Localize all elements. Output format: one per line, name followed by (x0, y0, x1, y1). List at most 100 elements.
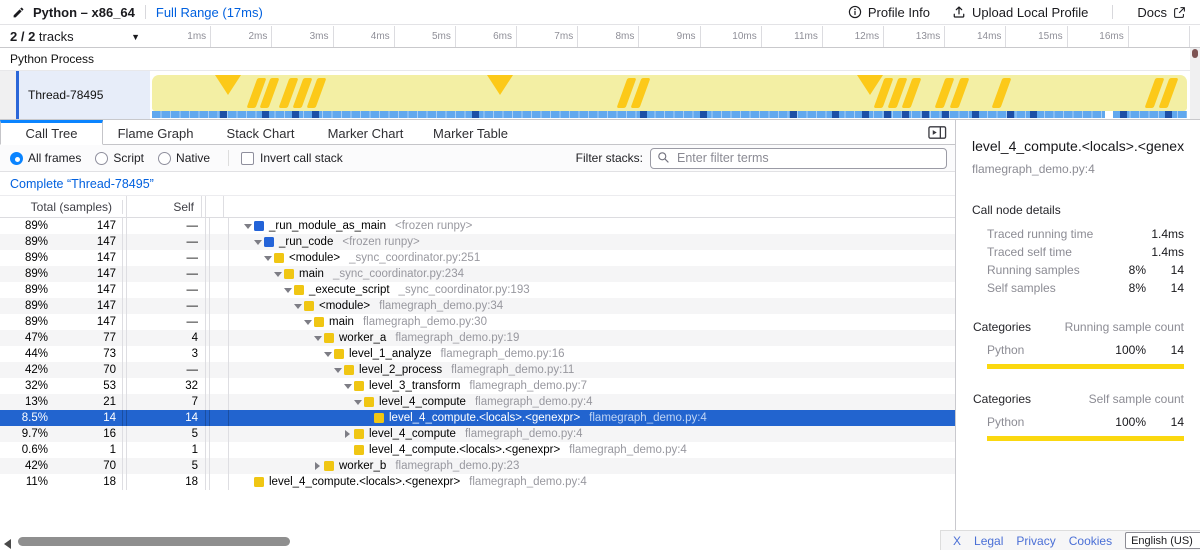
function-file: flamegraph_demo.py:30 (363, 316, 487, 328)
detail-value: 1.4ms (1146, 227, 1184, 241)
expander-closed-icon[interactable] (311, 462, 324, 470)
expander-open-icon[interactable] (351, 400, 364, 405)
footer-link-cookies[interactable]: Cookies (1069, 534, 1112, 548)
expander-open-icon[interactable] (301, 320, 314, 325)
total-percent: 42% (0, 460, 48, 472)
invert-call-stack-toggle[interactable]: Invert call stack (241, 151, 343, 165)
process-track[interactable]: Python Process (0, 48, 1190, 71)
function-name: _run_module_as_main (269, 220, 386, 232)
footer-link-privacy[interactable]: Privacy (1016, 534, 1055, 548)
footer-link-x[interactable]: X (953, 534, 961, 548)
radio-button-icon[interactable] (158, 152, 171, 165)
category-square-icon (264, 237, 274, 247)
table-row[interactable]: 44%733level_1_analyzeflamegraph_demo.py:… (0, 346, 955, 362)
category-value: 14 (1146, 343, 1184, 357)
expander-open-icon[interactable] (251, 240, 264, 245)
expander-open-icon[interactable] (331, 368, 344, 373)
expander-open-icon[interactable] (241, 224, 254, 229)
profile-title: Python – x86_64 (33, 5, 135, 20)
cell-spacer (210, 474, 229, 490)
table-row[interactable]: 42%705worker_bflamegraph_demo.py:23 (0, 458, 955, 474)
scroll-left-arrow-icon[interactable] (4, 539, 11, 549)
category-name: Python (972, 415, 1104, 429)
column-header-self[interactable]: Self (127, 196, 202, 217)
radio-all-frames[interactable]: All frames (10, 151, 81, 165)
radio-button-icon[interactable] (10, 152, 23, 165)
table-row[interactable]: 0.6%11level_4_compute.<locals>.<genexpr>… (0, 442, 955, 458)
total-percent: 11% (0, 476, 48, 488)
expander-open-icon[interactable] (341, 384, 354, 389)
category-item-row: Python100%14 (972, 342, 1184, 358)
expander-open-icon[interactable] (321, 352, 334, 357)
cell-spacer (210, 458, 229, 474)
cell-total: 42%70 (0, 362, 123, 378)
table-row[interactable]: 11%1818level_4_compute.<locals>.<genexpr… (0, 474, 955, 490)
ruler-tick: 10ms (701, 26, 762, 47)
scrollbar-thumb[interactable] (1192, 49, 1198, 58)
category-header: CategoriesSelf sample count (972, 391, 1184, 407)
expander-open-icon[interactable] (311, 336, 324, 341)
footer-link-legal[interactable]: Legal (974, 534, 1003, 548)
detail-label: Traced running time (972, 227, 1104, 241)
category-square-icon (334, 349, 344, 359)
table-row[interactable]: 13%217level_4_computeflamegraph_demo.py:… (0, 394, 955, 410)
docs-link[interactable]: Docs (1129, 5, 1200, 20)
total-samples: 147 (48, 284, 122, 296)
expander-open-icon[interactable] (261, 256, 274, 261)
thread-track[interactable]: Thread-78495 (0, 71, 1190, 119)
language-select[interactable]: English (US) (1125, 532, 1200, 549)
total-samples: 14 (48, 412, 122, 424)
table-row[interactable]: 89%147—<module>flamegraph_demo.py:34 (0, 298, 955, 314)
cell-function: worker_bflamegraph_demo.py:23 (229, 460, 955, 472)
tab-marker-chart[interactable]: Marker Chart (313, 120, 418, 145)
filter-stacks-input[interactable] (650, 148, 947, 169)
function-name: worker_a (339, 332, 386, 344)
tab-marker-table[interactable]: Marker Table (418, 120, 523, 145)
table-row[interactable]: 89%147—_execute_script_sync_coordinator.… (0, 282, 955, 298)
horizontal-scrollbar-thumb[interactable] (18, 537, 290, 546)
profile-info-button[interactable]: Profile Info (840, 5, 938, 20)
table-row[interactable]: 9.7%165level_4_computeflamegraph_demo.py… (0, 426, 955, 442)
tab-call-tree[interactable]: Call Tree (0, 120, 103, 145)
radio-script[interactable]: Script (95, 151, 144, 165)
tracks-vertical-scrollbar[interactable] (1190, 48, 1200, 119)
edit-profile-name-icon[interactable] (12, 6, 25, 19)
category-item-row: Python100%14 (972, 414, 1184, 430)
full-range-link[interactable]: Full Range (17ms) (156, 5, 263, 20)
cell-function: level_4_computeflamegraph_demo.py:4 (229, 428, 955, 440)
tab-flame-graph[interactable]: Flame Graph (103, 120, 208, 145)
thread-track-label[interactable]: Thread-78495 (19, 71, 150, 119)
tracks-dropdown[interactable]: 2 / 2 tracks ▼ (0, 26, 150, 47)
tab-stack-chart[interactable]: Stack Chart (208, 120, 313, 145)
table-row[interactable]: 47%774worker_aflamegraph_demo.py:19 (0, 330, 955, 346)
function-file: flamegraph_demo.py:23 (395, 460, 519, 472)
function-file: flamegraph_demo.py:4 (569, 444, 687, 456)
radio-button-icon[interactable] (95, 152, 108, 165)
marker-triangle-icon (215, 75, 241, 95)
table-row[interactable]: 8.5%1414level_4_compute.<locals>.<genexp… (0, 410, 955, 426)
thread-track-canvas[interactable] (150, 71, 1190, 119)
table-row[interactable]: 89%147—_run_module_as_main<frozen runpy> (0, 218, 955, 234)
expander-closed-icon[interactable] (341, 430, 354, 438)
cell-spacer (210, 330, 229, 346)
table-row[interactable]: 42%70—level_2_processflamegraph_demo.py:… (0, 362, 955, 378)
column-header-total[interactable]: Total (samples) (0, 200, 123, 214)
invert-call-stack-checkbox[interactable] (241, 152, 254, 165)
table-row[interactable]: 89%147—<module>_sync_coordinator.py:251 (0, 250, 955, 266)
table-row[interactable]: 89%147—mainflamegraph_demo.py:30 (0, 314, 955, 330)
expander-open-icon[interactable] (281, 288, 294, 293)
breadcrumb[interactable]: Complete “Thread-78495” (10, 177, 154, 191)
total-percent: 32% (0, 380, 48, 392)
table-row[interactable]: 89%147—_run_code<frozen runpy> (0, 234, 955, 250)
expander-open-icon[interactable] (291, 304, 304, 309)
radio-native[interactable]: Native (158, 151, 210, 165)
sample-dense-mark (832, 111, 839, 118)
table-row[interactable]: 89%147—main_sync_coordinator.py:234 (0, 266, 955, 282)
sample-dense-mark (312, 111, 319, 118)
table-row[interactable]: 32%5332level_3_transformflamegraph_demo.… (0, 378, 955, 394)
radio-label: All frames (28, 151, 81, 165)
upload-profile-button[interactable]: Upload Local Profile (944, 5, 1096, 20)
chevron-down-icon: ▼ (131, 32, 140, 42)
function-file: <frozen runpy> (342, 236, 419, 248)
expander-open-icon[interactable] (271, 272, 284, 277)
